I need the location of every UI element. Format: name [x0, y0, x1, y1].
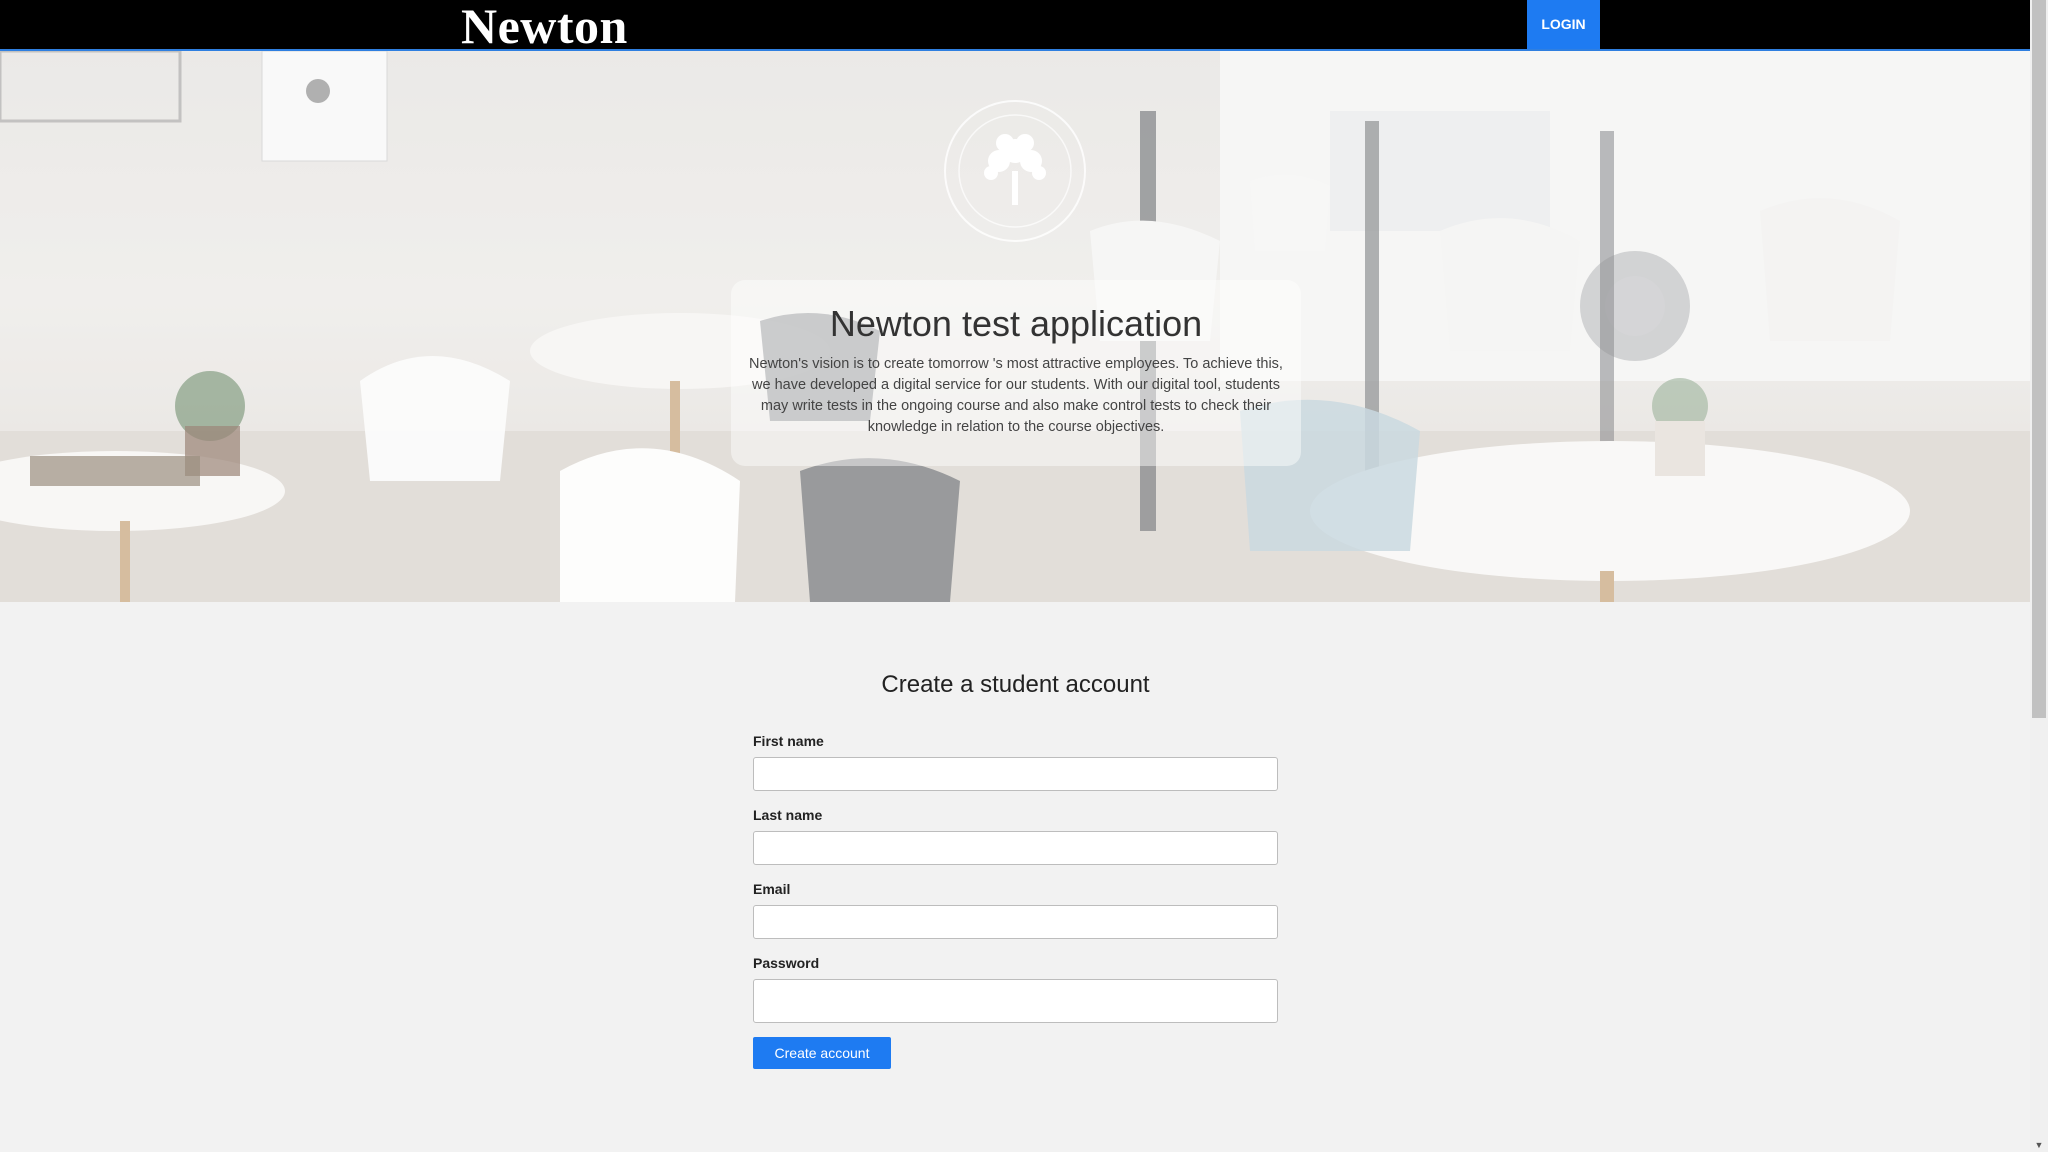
hero-title: Newton test application: [829, 303, 1203, 344]
last-name-label: Last name: [753, 807, 823, 823]
email-label: Email: [753, 881, 791, 897]
create-account-form: Create a student account First name Last…: [753, 665, 1278, 1069]
last-name-input[interactable]: [753, 831, 1278, 865]
password-label: Password: [753, 955, 820, 971]
email-input[interactable]: [753, 905, 1278, 939]
first-name-field-group: First name: [753, 733, 1278, 791]
top-navbar: Newton LOGIN: [0, 0, 2030, 51]
create-account-button[interactable]: Create account: [753, 1037, 891, 1069]
form-title: Create a student account: [881, 671, 1150, 698]
page-scrollbar[interactable]: ▼: [2030, 0, 2048, 1152]
login-button[interactable]: LOGIN: [1527, 0, 1600, 49]
email-field-group: Email: [753, 881, 1278, 939]
hero-banner: Newton test application Newton's vision …: [0, 51, 2030, 602]
tree-seal-icon: [944, 100, 1086, 242]
first-name-input[interactable]: [753, 757, 1278, 791]
scroll-down-arrow-icon[interactable]: ▼: [2030, 1138, 2048, 1152]
brand-logo[interactable]: Newton: [461, 1, 628, 51]
hero-info-card: Newton test application Newton's vision …: [731, 280, 1301, 466]
password-field-group: Password: [753, 955, 1278, 1023]
scrollbar-thumb[interactable]: [2032, 0, 2046, 718]
password-input[interactable]: [753, 979, 1278, 1023]
first-name-label: First name: [753, 733, 824, 749]
last-name-field-group: Last name: [753, 807, 1278, 865]
hero-description: Newton's vision is to create tomorrow 's…: [749, 356, 1283, 435]
